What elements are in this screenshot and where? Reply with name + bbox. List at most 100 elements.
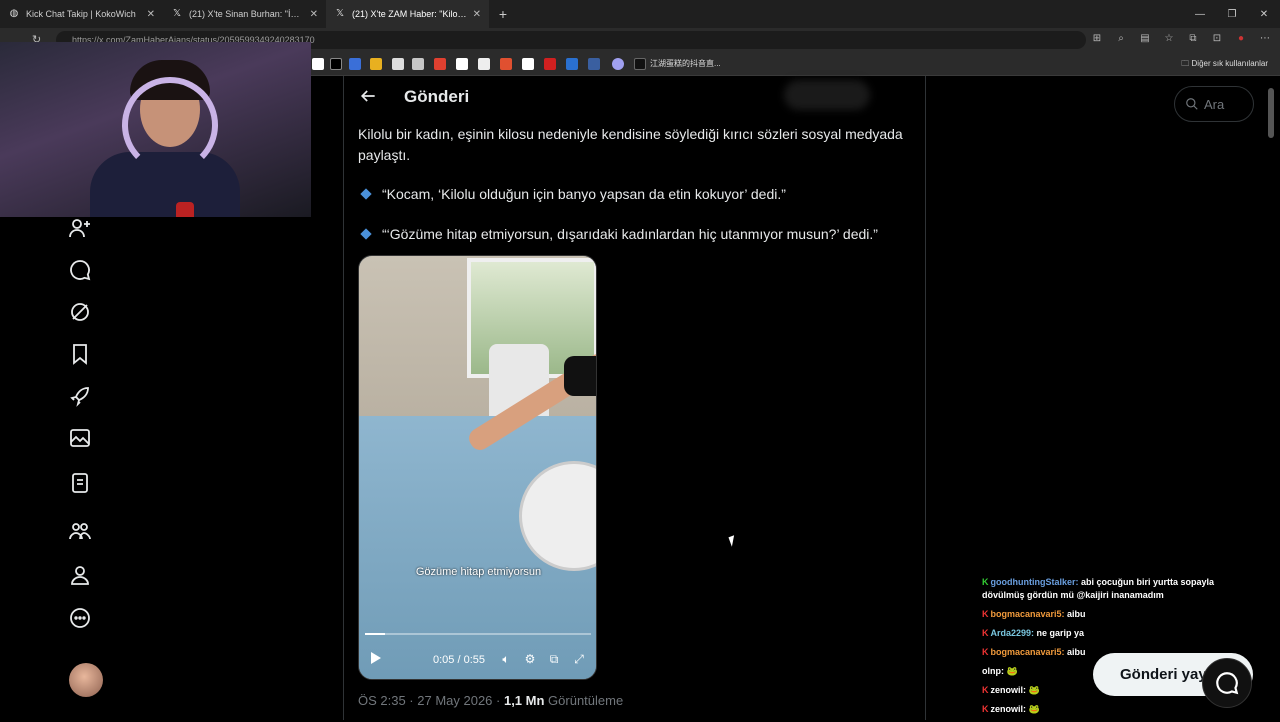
grok-icon[interactable] [68, 300, 92, 324]
collections-icon[interactable]: ⊡ [1210, 32, 1224, 46]
bookmark-icon[interactable] [312, 58, 324, 70]
tab-close-icon[interactable]: ✕ [147, 9, 155, 20]
kick-badge-icon: K [982, 647, 989, 657]
follow-icon[interactable] [68, 216, 92, 240]
headset [122, 77, 218, 173]
volume-icon[interactable]: 🔈︎ [499, 652, 513, 666]
blurred-button [784, 80, 870, 110]
apps-icon[interactable]: ⊞ [1090, 32, 1104, 46]
address-bar-icons: ⊞ ⌕ ▤ ☆ ⧉ ⊡ ● ⋯ [1090, 32, 1272, 46]
search-placeholder: Ara [1204, 96, 1225, 112]
bookmark-icon[interactable] [612, 58, 624, 70]
x-logo-icon: 𝕏 [172, 8, 182, 19]
video-controls: 0:05 / 0:55 🔈︎ ⚙ ⧉ ⤢ [359, 646, 596, 674]
messages-fab[interactable] [1202, 658, 1252, 708]
tab-close-icon[interactable]: ✕ [473, 9, 481, 20]
play-icon[interactable] [371, 652, 381, 664]
favorite-star-icon[interactable]: ☆ [1162, 32, 1176, 46]
rocket-icon[interactable] [68, 384, 92, 408]
bookmark-icon[interactable] [412, 58, 424, 70]
browser-tab-2[interactable]: 𝕏 (21) X'te Sinan Burhan: "İşte özled ✕ [163, 0, 326, 28]
extension-icon[interactable]: ⧉ [1186, 32, 1200, 46]
scrollbar[interactable] [1268, 88, 1274, 138]
bookmark-icon[interactable] [370, 58, 382, 70]
kick-badge-icon: K [982, 685, 989, 695]
search-input[interactable]: Ara [1174, 86, 1254, 122]
tiktok-icon[interactable] [634, 58, 646, 70]
bookmark-icon[interactable] [478, 58, 490, 70]
bookmark-icon[interactable] [68, 342, 92, 366]
video-progress-bar[interactable] [365, 633, 591, 635]
bookmark-icon[interactable] [330, 58, 342, 70]
browser-tab-1[interactable]: ◍ Kick Chat Takip | KokoWich ✕ [0, 0, 163, 28]
bookmark-icon[interactable] [434, 58, 446, 70]
video-caption: Gözüme hitap etmiyorsun [415, 566, 542, 578]
chat-username[interactable]: olnp: [982, 666, 1004, 676]
chat-username[interactable]: zenowil: [991, 685, 1027, 695]
profile-icon[interactable]: ● [1234, 32, 1248, 46]
back-arrow-icon[interactable] [358, 86, 382, 110]
chat-username[interactable]: bogmacanavari5: [991, 609, 1065, 619]
tab-title: Kick Chat Takip | KokoWich [26, 9, 136, 19]
close-window-icon[interactable]: ✕ [1248, 0, 1280, 28]
video-player[interactable]: Gözüme hitap etmiyorsun 0:05 / 0:55 🔈︎ ⚙… [358, 255, 597, 680]
kick-badge-icon: K [982, 628, 989, 638]
picture-in-picture-icon[interactable]: ⧉ [547, 652, 561, 666]
bookmark-icon[interactable] [566, 58, 578, 70]
chat-username[interactable]: Arda2299: [991, 628, 1035, 638]
minimize-icon[interactable]: — [1184, 0, 1216, 28]
bookmark-icon[interactable] [500, 58, 512, 70]
fullscreen-icon[interactable]: ⤢ [572, 652, 586, 666]
new-tab-button[interactable]: + [489, 6, 517, 22]
account-avatar[interactable] [69, 663, 103, 697]
views-label: Görüntüleme [544, 693, 624, 708]
chat-text: 🐸 [1026, 704, 1040, 714]
bookmark-icon[interactable] [588, 58, 600, 70]
bookmark-icon[interactable] [522, 58, 534, 70]
video-frame-sleeve [564, 356, 596, 396]
chat-text: aibu [1064, 609, 1086, 619]
restore-icon[interactable]: ❐ [1216, 0, 1248, 28]
browser-tab-3[interactable]: 𝕏 (21) X'te ZAM Haber: "Kilolu bir ka ✕ [326, 0, 489, 28]
communities-icon[interactable] [68, 519, 92, 543]
chat-message: K Arda2299: ne garip ya [982, 627, 1252, 640]
post-timestamp: ÖS 2:35 · 27 May 2026 · [358, 693, 504, 708]
chat-message: Kbogmacanavari5: aibu [982, 608, 1252, 621]
chat-username[interactable]: bogmacanavari5: [991, 647, 1065, 657]
media-icon[interactable] [68, 426, 92, 450]
x-logo-icon: 𝕏 [335, 8, 345, 19]
browser-tab-bar: ◍ Kick Chat Takip | KokoWich ✕ 𝕏 (21) X'… [0, 0, 1280, 28]
zoom-icon[interactable]: ⌕ [1114, 32, 1128, 46]
chat-message: Kzenowil: 🐸 [982, 703, 1252, 716]
profile-icon[interactable] [68, 563, 92, 587]
bookmark-label[interactable]: 江湖蛋糕的抖音直... [650, 58, 721, 69]
more-options-icon[interactable] [68, 606, 92, 630]
chat-username[interactable]: goodhuntingStalker: [991, 577, 1079, 587]
chat-username[interactable]: zenowil: [991, 704, 1027, 714]
bookmark-icon[interactable] [349, 58, 361, 70]
bookmark-icon[interactable] [392, 58, 404, 70]
tab-title: (21) X'te ZAM Haber: "Kilolu bir ka [352, 9, 467, 19]
window-controls: — ❐ ✕ [1184, 0, 1280, 28]
more-icon[interactable]: ⋯ [1258, 32, 1272, 46]
folder-icon: 🗀 [1181, 59, 1192, 68]
kick-badge-icon: K [982, 609, 989, 619]
quote-bullet-2: “‘Gözüme hitap etmiyorsun, dışarıdaki ka… [360, 226, 878, 242]
settings-gear-icon[interactable]: ⚙ [523, 652, 537, 666]
quote-bullet-1: “Kocam, ‘Kilolu olduğun için banyo yapsa… [360, 186, 786, 202]
chat-text: 🐸 [1026, 685, 1040, 695]
chat-text: ne garip ya [1034, 628, 1085, 638]
globe-icon: ◍ [9, 8, 19, 19]
lists-icon[interactable] [68, 471, 92, 495]
bookmark-icon[interactable] [544, 58, 556, 70]
message-bubble-icon [1216, 672, 1239, 695]
chat-text: aibu [1064, 647, 1086, 657]
other-bookmarks[interactable]: 🗀 Diğer sık kullanılanlar [1181, 58, 1268, 72]
bookmark-icon[interactable] [456, 58, 468, 70]
chat-icon[interactable] [68, 258, 92, 282]
diamond-icon [360, 188, 372, 200]
tab-close-icon[interactable]: ✕ [310, 9, 318, 20]
tab-title: (21) X'te Sinan Burhan: "İşte özled [189, 9, 304, 19]
reader-icon[interactable]: ▤ [1138, 32, 1152, 46]
chat-text: 🐸 [1004, 666, 1018, 676]
